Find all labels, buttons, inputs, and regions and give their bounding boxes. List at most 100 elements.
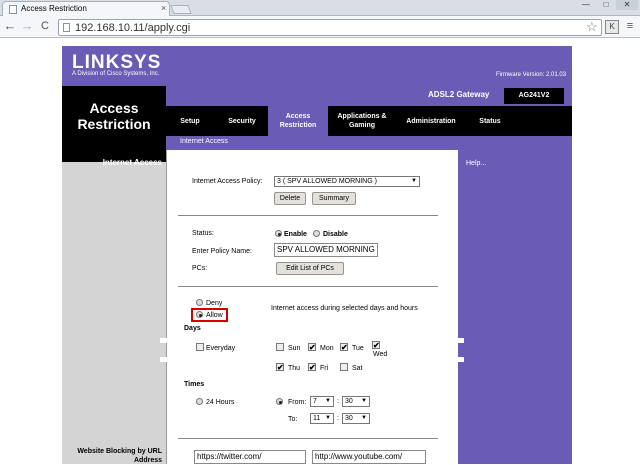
model-number: AG241V2	[518, 92, 550, 99]
page-margin	[572, 46, 584, 464]
to-hour-value: 11	[313, 415, 321, 422]
section-label-internet-access: Internet Access	[102, 158, 162, 167]
product-name: ADSL2 Gateway	[428, 90, 490, 99]
tab-administration[interactable]: Administration	[398, 106, 464, 136]
enable-radio[interactable]	[275, 230, 282, 237]
summary-button[interactable]: Summary	[312, 192, 356, 205]
wed-label: Wed	[373, 351, 388, 358]
status-label: Status:	[192, 230, 214, 237]
tue-checkbox[interactable]: ✔	[340, 343, 348, 352]
time-range-radio[interactable]	[276, 398, 283, 405]
browser-tab[interactable]: Access Restriction ×	[2, 1, 170, 16]
from-minute-value: 30	[345, 398, 353, 405]
policy-name-label: Enter Policy Name:	[192, 248, 252, 255]
enable-label: Enable	[284, 231, 307, 238]
time-separator: :	[337, 398, 339, 405]
panel-divider	[160, 338, 168, 343]
back-icon[interactable]: ←	[3, 19, 17, 33]
thu-label: Thu	[288, 365, 301, 372]
to-minute-select[interactable]: 30 ▼	[342, 413, 370, 424]
bookmark-star-icon[interactable]: ☆	[586, 19, 598, 35]
from-minute-select[interactable]: 30 ▼	[342, 396, 370, 407]
thu-checkbox[interactable]: ✔	[276, 363, 284, 372]
panel-divider	[456, 338, 464, 343]
panel-divider	[160, 357, 168, 362]
address-bar[interactable]: 192.168.10.11/apply.cgi	[58, 19, 602, 36]
24hours-label: 24 Hours	[206, 399, 235, 406]
reload-icon[interactable]: C	[38, 19, 52, 33]
mon-label: Mon	[320, 345, 334, 352]
sun-label: Sun	[288, 345, 301, 352]
url-block-field-2[interactable]: http://www.youtube.com/	[312, 450, 426, 464]
chevron-down-icon: ▼	[325, 415, 331, 421]
policy-name-input[interactable]: SPV ALLOWED MORNING	[274, 243, 378, 257]
help-link[interactable]: Help...	[466, 160, 486, 167]
pcs-label: PCs:	[192, 265, 208, 272]
section-label-website-blocking: Website Blocking by URL Address	[77, 448, 162, 464]
tab-security[interactable]: Security	[220, 106, 264, 136]
disable-label: Disable	[323, 231, 348, 238]
deny-radio[interactable]	[196, 299, 203, 306]
from-hour-value: 7	[313, 398, 317, 405]
to-label: To:	[288, 416, 298, 423]
everyday-label: Everyday	[206, 345, 236, 352]
url-block-field-1[interactable]: https://twitter.com/	[194, 450, 306, 464]
tab-applications-gaming[interactable]: Applications & Gaming	[334, 106, 390, 136]
policy-select-value: 3 ( SPV ALLOWED MORNING )	[277, 178, 377, 185]
divider	[178, 438, 438, 439]
days-heading: Days	[184, 325, 201, 332]
logo-subtitle: A Division of Cisco Systems, Inc.	[72, 71, 160, 77]
close-window-icon[interactable]: ✕	[616, 0, 638, 10]
times-heading: Times	[184, 381, 205, 388]
fri-label: Fri	[320, 365, 329, 372]
tab-status[interactable]: Status	[472, 106, 508, 136]
new-tab-button[interactable]	[170, 5, 192, 14]
subtab-internet-access[interactable]: Internet Access	[180, 138, 228, 145]
chevron-down-icon: ▼	[361, 398, 367, 404]
from-label: From:	[288, 399, 307, 406]
maximize-icon[interactable]: □	[596, 0, 616, 10]
everyday-checkbox[interactable]	[196, 343, 204, 351]
page-icon	[63, 23, 70, 32]
deny-label: Deny	[206, 300, 223, 307]
tab-close-icon[interactable]: ×	[161, 3, 166, 14]
disable-radio[interactable]	[313, 230, 320, 237]
24hours-radio[interactable]	[196, 398, 203, 405]
policy-label: Internet Access Policy:	[192, 178, 263, 185]
policy-select[interactable]: 3 ( SPV ALLOWED MORNING ) ▼	[274, 176, 420, 187]
divider	[178, 286, 438, 287]
access-description: Internet access during selected days and…	[271, 305, 418, 312]
chevron-down-icon: ▼	[325, 398, 331, 404]
edit-pcs-button[interactable]: Edit List of PCs	[276, 262, 344, 275]
divider	[178, 215, 438, 216]
chevron-down-icon: ▼	[361, 415, 367, 421]
sun-checkbox[interactable]	[276, 343, 284, 351]
tab-title: Access Restriction	[21, 4, 87, 13]
minimize-icon[interactable]: —	[576, 0, 596, 10]
fri-checkbox[interactable]: ✔	[308, 363, 316, 372]
to-hour-select[interactable]: 11 ▼	[310, 413, 334, 424]
page-icon	[9, 5, 17, 14]
to-minute-value: 30	[345, 415, 353, 422]
sat-label: Sat	[352, 365, 363, 372]
page-title: Access Restriction	[77, 100, 151, 132]
panel-divider	[456, 357, 464, 362]
extension-icon[interactable]: K	[605, 20, 619, 34]
tab-access-restriction[interactable]: Access Restriction	[270, 106, 326, 136]
help-panel	[458, 150, 572, 464]
mon-checkbox[interactable]: ✔	[308, 343, 316, 352]
wed-checkbox[interactable]: ✔	[372, 341, 380, 350]
chevron-down-icon: ▼	[411, 178, 417, 184]
sat-checkbox[interactable]	[340, 363, 348, 371]
time-separator: :	[337, 415, 339, 422]
tue-label: Tue	[352, 345, 364, 352]
tab-setup[interactable]: Setup	[172, 106, 208, 136]
from-hour-select[interactable]: 7 ▼	[310, 396, 334, 407]
menu-icon[interactable]: ≡	[624, 20, 636, 33]
highlight-box	[191, 308, 228, 322]
url-text[interactable]: 192.168.10.11/apply.cgi	[75, 21, 190, 35]
forward-icon[interactable]: →	[20, 19, 34, 33]
delete-button[interactable]: Delete	[274, 192, 306, 205]
left-panel	[62, 162, 166, 464]
firmware-version: Firmware Version: 2.01.03	[496, 72, 567, 78]
